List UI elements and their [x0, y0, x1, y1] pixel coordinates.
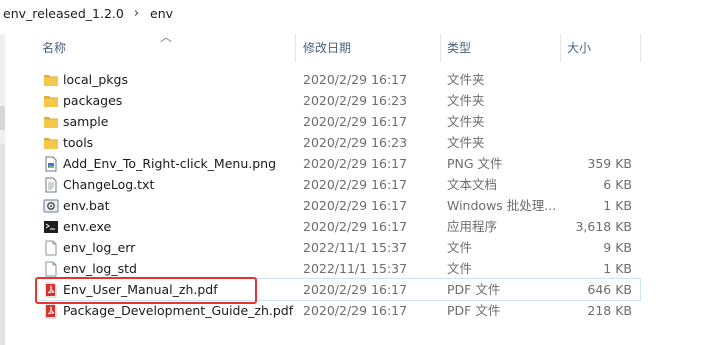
file-size: 6 KB [603, 177, 632, 192]
file-type: PDF 文件 [447, 303, 501, 318]
file-row[interactable]: env_log_err 2022/11/1 15:37 文件 9 KB [36, 237, 640, 258]
file-row[interactable]: Add_Env_To_Right-click_Menu.png 2020/2/29… [36, 153, 640, 174]
bat-file-icon [43, 198, 59, 214]
file-name: env_log_std [63, 261, 137, 276]
breadcrumb-parent[interactable]: env_released_1.2.0 [0, 6, 126, 21]
file-name: env_log_err [63, 240, 136, 255]
column-header: ︿ 名称 修改日期 类型 大小 [0, 30, 728, 62]
folder-icon [43, 114, 59, 130]
column-type[interactable]: 类型 [447, 34, 471, 62]
column-divider[interactable] [560, 34, 561, 62]
file-type: PNG 文件 [447, 156, 503, 171]
file-name: Package_Development_Guide_zh.pdf [63, 303, 294, 318]
file-modified-date: 2020/2/29 16:17 [303, 156, 408, 171]
column-divider[interactable] [440, 34, 441, 62]
column-name[interactable]: 名称 [42, 34, 66, 62]
file-size: 9 KB [603, 240, 632, 255]
folder-icon [43, 72, 59, 88]
file-type: 文件夹 [447, 135, 485, 150]
file-name: sample [63, 114, 109, 129]
breadcrumb: env_released_1.2.0 › env [0, 0, 728, 26]
folder-icon [43, 135, 59, 151]
file-name: local_pkgs [63, 72, 128, 87]
file-type: 应用程序 [447, 219, 498, 234]
column-size[interactable]: 大小 [567, 34, 591, 62]
blank-file-icon [43, 240, 59, 256]
file-row[interactable]: ChangeLog.txt 2020/2/29 16:17 文本文档 6 KB [36, 174, 640, 195]
file-type: 文本文档 [447, 177, 498, 192]
file-row[interactable]: Package_Development_Guide_zh.pdf 2020/2/2… [36, 300, 640, 321]
file-size: 359 KB [587, 156, 632, 171]
file-modified-date: 2022/11/1 15:37 [303, 261, 408, 276]
text-file-icon [43, 177, 59, 193]
column-divider[interactable] [295, 34, 296, 62]
breadcrumb-separator-icon[interactable]: › [126, 6, 147, 21]
scroll-thumb[interactable] [0, 106, 5, 130]
file-row[interactable]: env.bat 2020/2/29 16:17 Windows 批处理... 1 KB [36, 195, 640, 216]
exe-file-icon [43, 219, 59, 235]
file-name: packages [63, 93, 123, 108]
file-type: 文件 [447, 261, 473, 276]
file-modified-date: 2020/2/29 16:17 [303, 282, 408, 297]
column-date[interactable]: 修改日期 [303, 34, 351, 62]
file-row[interactable]: sample 2020/2/29 16:17 文件夹 [36, 111, 640, 132]
file-name: ChangeLog.txt [63, 177, 155, 192]
file-size: 646 KB [587, 282, 632, 297]
file-row[interactable]: tools 2020/2/29 16:23 文件夹 [36, 132, 640, 153]
file-name: tools [63, 135, 94, 150]
blank-file-icon [43, 261, 59, 277]
breadcrumb-current[interactable]: env [147, 6, 175, 21]
file-size: 3,618 KB [575, 219, 632, 234]
file-type: 文件夹 [447, 93, 485, 108]
file-type: 文件夹 [447, 72, 485, 87]
png-file-icon [43, 156, 59, 172]
scroll-track [0, 144, 5, 345]
file-size: 1 KB [603, 261, 632, 276]
sort-ascending-icon: ︿ [160, 30, 173, 44]
file-name: Env_User_Manual_zh.pdf [63, 282, 218, 297]
file-type: PDF 文件 [447, 282, 501, 297]
file-row[interactable]: env_log_std 2022/11/1 15:37 文件 1 KB [36, 258, 640, 279]
file-modified-date: 2020/2/29 16:17 [303, 198, 408, 213]
file-size: 1 KB [603, 198, 632, 213]
file-row[interactable]: local_pkgs 2020/2/29 16:17 文件夹 [36, 69, 640, 90]
file-type: 文件夹 [447, 114, 485, 129]
file-row[interactable]: Env_User_Manual_zh.pdf 2020/2/29 16:17 PDF… [35, 278, 641, 301]
file-type: 文件 [447, 240, 473, 255]
file-modified-date: 2022/11/1 15:37 [303, 240, 408, 255]
file-modified-date: 2020/2/29 16:23 [303, 135, 408, 150]
file-modified-date: 2020/2/29 16:17 [303, 219, 408, 234]
file-modified-date: 2020/2/29 16:17 [303, 72, 408, 87]
file-size: 218 KB [587, 303, 632, 318]
pdf-file-icon [43, 303, 59, 319]
file-type: Windows 批处理... [447, 198, 557, 213]
file-modified-date: 2020/2/29 16:23 [303, 93, 408, 108]
file-modified-date: 2020/2/29 16:17 [303, 114, 408, 129]
file-name: env.exe [63, 219, 112, 234]
file-modified-date: 2020/2/29 16:17 [303, 177, 408, 192]
navigation-pane-scrollbar[interactable] [0, 34, 5, 345]
file-row[interactable]: packages 2020/2/29 16:23 文件夹 [36, 90, 640, 111]
column-divider[interactable] [640, 34, 641, 62]
folder-icon [43, 93, 59, 109]
file-name: Add_Env_To_Right-click_Menu.png [63, 156, 277, 171]
pdf-file-icon [43, 282, 59, 298]
file-modified-date: 2020/2/29 16:17 [303, 303, 408, 318]
file-name: env.bat [63, 198, 110, 213]
file-row[interactable]: env.exe 2020/2/29 16:17 应用程序 3,618 KB [36, 216, 640, 237]
